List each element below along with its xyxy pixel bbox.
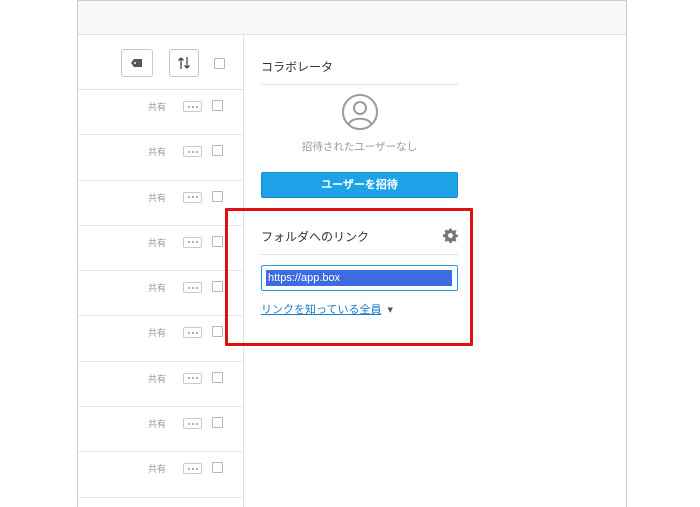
row-checkbox[interactable] — [212, 145, 223, 157]
top-bar — [78, 0, 626, 35]
more-options-button[interactable] — [183, 101, 202, 112]
collaborators-title: コラボレータ — [261, 58, 458, 85]
more-options-button[interactable] — [183, 327, 202, 339]
list-toolbar — [78, 35, 244, 90]
tag-icon — [131, 59, 142, 67]
share-label[interactable]: 共有 — [148, 145, 166, 158]
row-checkbox[interactable] — [212, 235, 223, 247]
more-options-button[interactable] — [183, 282, 202, 294]
more-options-button[interactable] — [183, 463, 202, 475]
row-checkbox[interactable] — [212, 326, 223, 338]
more-options-button[interactable] — [183, 372, 202, 384]
file-list-pane: 共有 共有 共有 共有 共有 共有 共有 共有 共有 — [78, 35, 244, 507]
table-row[interactable]: 共有 — [78, 452, 244, 498]
share-label[interactable]: 共有 — [148, 417, 166, 430]
user-icon — [342, 94, 378, 130]
highlight-box — [225, 208, 473, 346]
table-row[interactable]: 共有 — [78, 407, 244, 453]
table-row[interactable]: 共有 — [78, 181, 244, 226]
row-checkbox[interactable] — [212, 100, 223, 111]
share-label[interactable]: 共有 — [148, 100, 166, 113]
share-label[interactable]: 共有 — [148, 462, 166, 475]
no-collaborators-text: 招待されたユーザーなし — [301, 141, 418, 153]
sort-button[interactable] — [169, 49, 199, 77]
row-checkbox[interactable] — [212, 281, 223, 293]
invite-user-button[interactable]: ユーザーを招待 — [261, 172, 458, 198]
more-options-button[interactable] — [183, 236, 202, 248]
share-label[interactable]: 共有 — [148, 326, 166, 339]
row-checkbox[interactable] — [212, 371, 223, 383]
more-options-button[interactable] — [183, 191, 202, 203]
tag-button[interactable] — [121, 49, 153, 77]
row-checkbox[interactable] — [212, 462, 223, 474]
share-label[interactable]: 共有 — [148, 281, 166, 294]
table-row[interactable]: 共有 — [78, 271, 244, 317]
row-checkbox[interactable] — [212, 190, 223, 202]
share-label[interactable]: 共有 — [148, 372, 166, 385]
table-row[interactable]: 共有 — [78, 90, 244, 136]
more-options-button[interactable] — [183, 418, 202, 430]
select-all-checkbox[interactable] — [214, 58, 225, 69]
share-label[interactable]: 共有 — [148, 191, 166, 204]
more-options-button[interactable] — [183, 146, 202, 158]
share-label[interactable]: 共有 — [148, 236, 166, 249]
table-row[interactable]: 共有 — [78, 362, 244, 408]
table-row[interactable]: 共有 — [78, 316, 244, 362]
table-row[interactable]: 共有 — [78, 135, 244, 181]
file-rows: 共有 共有 共有 共有 共有 共有 共有 共有 共有 — [78, 90, 244, 498]
table-row[interactable]: 共有 — [78, 226, 244, 272]
row-checkbox[interactable] — [212, 417, 223, 429]
sort-icon — [178, 57, 190, 69]
